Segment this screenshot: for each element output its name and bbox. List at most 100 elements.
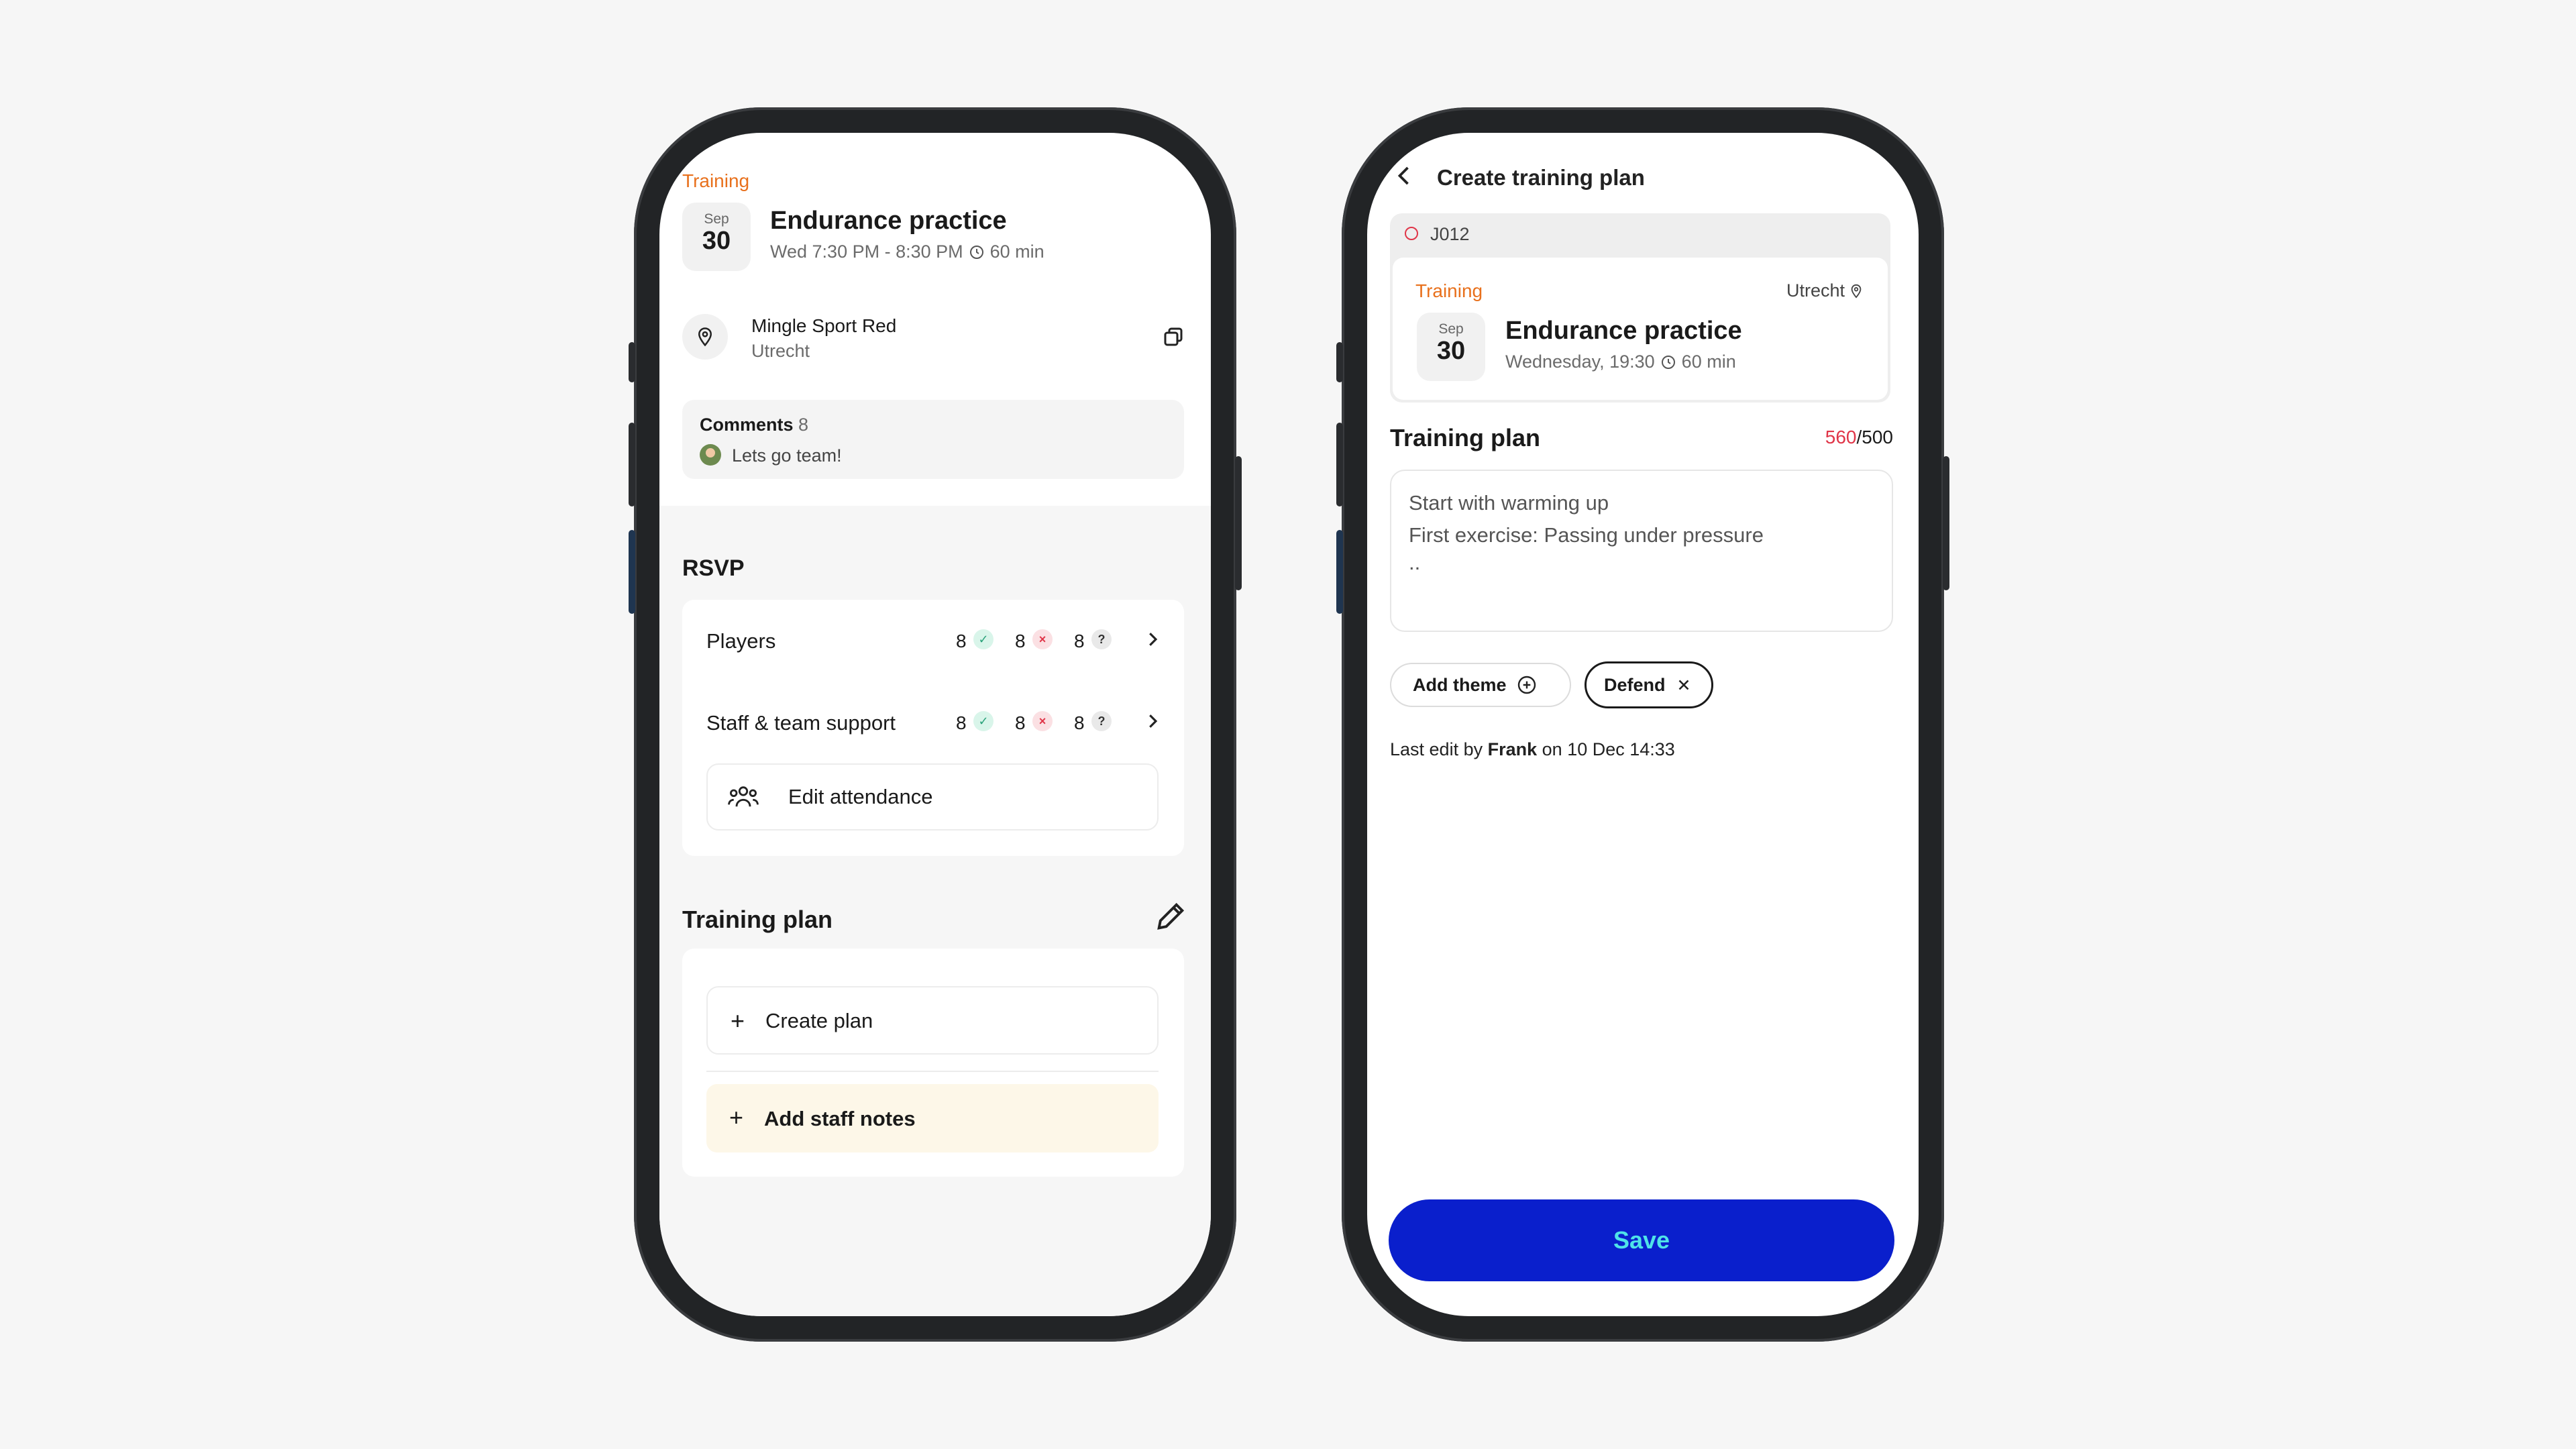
event-summary-card: J012 Training Utrecht Sep 30 Endurance p… <box>1390 213 1890 402</box>
plan-line: Start with warming up <box>1409 491 1609 515</box>
cross-icon: × <box>1032 711 1053 731</box>
copy-address-icon[interactable] <box>1161 325 1185 349</box>
rsvp-row-players[interactable]: Players 8 ✓ 8 × 8 ? <box>682 616 1184 669</box>
training-plan-textarea[interactable]: Start with warming up First exercise: Pa… <box>1390 470 1893 632</box>
group-icon <box>728 784 759 810</box>
event-duration: 60 min <box>989 241 1044 262</box>
screen-title: Create training plan <box>1437 165 1645 190</box>
add-staff-notes-label: Add staff notes <box>764 1107 916 1130</box>
add-theme-label: Add theme <box>1413 674 1507 695</box>
event-summary-body: Training Utrecht Sep 30 Endurance practi… <box>1393 258 1888 400</box>
team-crest-icon <box>1405 227 1418 240</box>
location-name: Mingle Sport Red <box>751 315 897 336</box>
add-staff-notes-button[interactable]: + Add staff notes <box>706 1084 1159 1152</box>
power-button <box>1235 456 1242 590</box>
yes-count: 8 <box>956 631 967 651</box>
chevron-right-icon <box>1142 711 1163 731</box>
team-code: J012 <box>1430 224 1470 244</box>
chevron-right-icon <box>1142 629 1163 649</box>
character-count-used: 560 <box>1825 427 1857 447</box>
event-date-month: Sep <box>704 211 729 227</box>
event-time-row: Wednesday, 19:30 60 min <box>1505 352 1736 372</box>
event-city-row: Utrecht <box>1786 280 1864 301</box>
last-edit-info: Last edit by Frank on 10 Dec 14:33 <box>1390 739 1675 760</box>
mute-switch <box>629 342 635 382</box>
add-theme-button[interactable]: Add theme <box>1390 663 1571 707</box>
comment-preview: Lets go team! <box>732 445 842 466</box>
rsvp-row-label: Staff & team support <box>706 711 896 735</box>
question-icon: ? <box>1091 629 1112 649</box>
event-date-month: Sep <box>1438 321 1464 337</box>
divider <box>706 1071 1159 1072</box>
event-title: Endurance practice <box>1505 317 1742 345</box>
clock-icon <box>969 244 985 260</box>
event-details-screen: Training Sep 30 Endurance practice Wed 7… <box>659 133 1211 1316</box>
event-sections-background: RSVP Players 8 ✓ 8 × 8 ? Staff & team su… <box>659 506 1211 1316</box>
event-date-day: 30 <box>702 227 731 255</box>
create-plan-button[interactable]: + Create plan <box>706 986 1159 1055</box>
maybe-count: 8 <box>1074 631 1085 651</box>
question-icon: ? <box>1091 711 1112 731</box>
save-label: Save <box>1613 1226 1670 1254</box>
theme-chip-label: Defend <box>1604 674 1666 695</box>
comments-count: 8 <box>798 415 809 435</box>
edit-attendance-button[interactable]: Edit attendance <box>706 763 1159 830</box>
create-plan-screen: Create training plan J012 Training Utrec… <box>1367 133 1919 1316</box>
theme-chip-defend[interactable]: Defend <box>1585 661 1713 708</box>
rsvp-row-label: Players <box>706 629 776 653</box>
location-city: Utrecht <box>751 341 810 361</box>
plan-line: .. <box>1409 551 1421 574</box>
no-count: 8 <box>1015 712 1026 733</box>
training-plan-heading: Training plan <box>682 906 833 933</box>
location-pin-icon <box>682 314 728 360</box>
event-category: Training <box>682 170 750 191</box>
back-arrow-icon[interactable] <box>1393 164 1417 188</box>
last-edit-suffix: on 10 Dec 14:33 <box>1542 739 1675 759</box>
event-city: Utrecht <box>1786 280 1845 301</box>
rsvp-row-staff[interactable]: Staff & team support 8 ✓ 8 × 8 ? <box>682 698 1184 751</box>
event-date-badge: Sep 30 <box>682 203 751 271</box>
event-category: Training <box>1415 280 1483 301</box>
clock-icon <box>1660 354 1676 370</box>
event-date-badge: Sep 30 <box>1417 313 1485 381</box>
plus-circle-icon <box>1516 674 1538 696</box>
event-duration: 60 min <box>1681 352 1736 372</box>
pencil-icon[interactable] <box>1153 899 1188 934</box>
commenter-avatar <box>700 444 721 466</box>
check-icon: ✓ <box>973 629 994 649</box>
edit-attendance-label: Edit attendance <box>788 785 933 808</box>
volume-down-button <box>1336 530 1343 614</box>
event-time-row: Wed 7:30 PM - 8:30 PM 60 min <box>770 241 1044 262</box>
yes-count: 8 <box>956 712 967 733</box>
character-count-max: /500 <box>1856 427 1894 447</box>
save-button[interactable]: Save <box>1389 1199 1894 1281</box>
plus-icon: + <box>731 1007 745 1034</box>
volume-up-button <box>629 423 635 506</box>
check-icon: ✓ <box>973 711 994 731</box>
close-icon[interactable] <box>1675 676 1693 694</box>
create-plan-label: Create plan <box>765 1009 873 1032</box>
comments-header: Comments 8 <box>700 415 808 435</box>
rsvp-card: Players 8 ✓ 8 × 8 ? Staff & team support… <box>682 600 1184 856</box>
volume-up-button <box>1336 423 1343 506</box>
mute-switch <box>1336 342 1343 382</box>
event-title: Endurance practice <box>770 207 1007 235</box>
training-plan-heading: Training plan <box>1390 424 1541 451</box>
maybe-count: 8 <box>1074 712 1085 733</box>
last-edit-prefix: Last edit by <box>1390 739 1483 759</box>
volume-down-button <box>629 530 635 614</box>
training-plan-text: Start with warming up First exercise: Pa… <box>1409 487 1764 574</box>
phone-frame-event-details: Training Sep 30 Endurance practice Wed 7… <box>629 107 1242 1342</box>
event-time: Wed 7:30 PM - 8:30 PM <box>770 241 963 262</box>
location-pin-icon <box>1849 284 1864 299</box>
event-date-day: 30 <box>1436 337 1466 365</box>
no-count: 8 <box>1015 631 1026 651</box>
power-button <box>1943 456 1949 590</box>
plus-icon: + <box>729 1104 744 1131</box>
last-edit-name: Frank <box>1487 739 1538 759</box>
comments-label: Comments <box>700 415 794 435</box>
character-counter: 560/500 <box>1825 427 1893 448</box>
training-plan-card: + Create plan + Add staff notes <box>682 949 1184 1177</box>
cross-icon: × <box>1032 629 1053 649</box>
comments-card[interactable]: Comments 8 Lets go team! <box>682 400 1184 479</box>
